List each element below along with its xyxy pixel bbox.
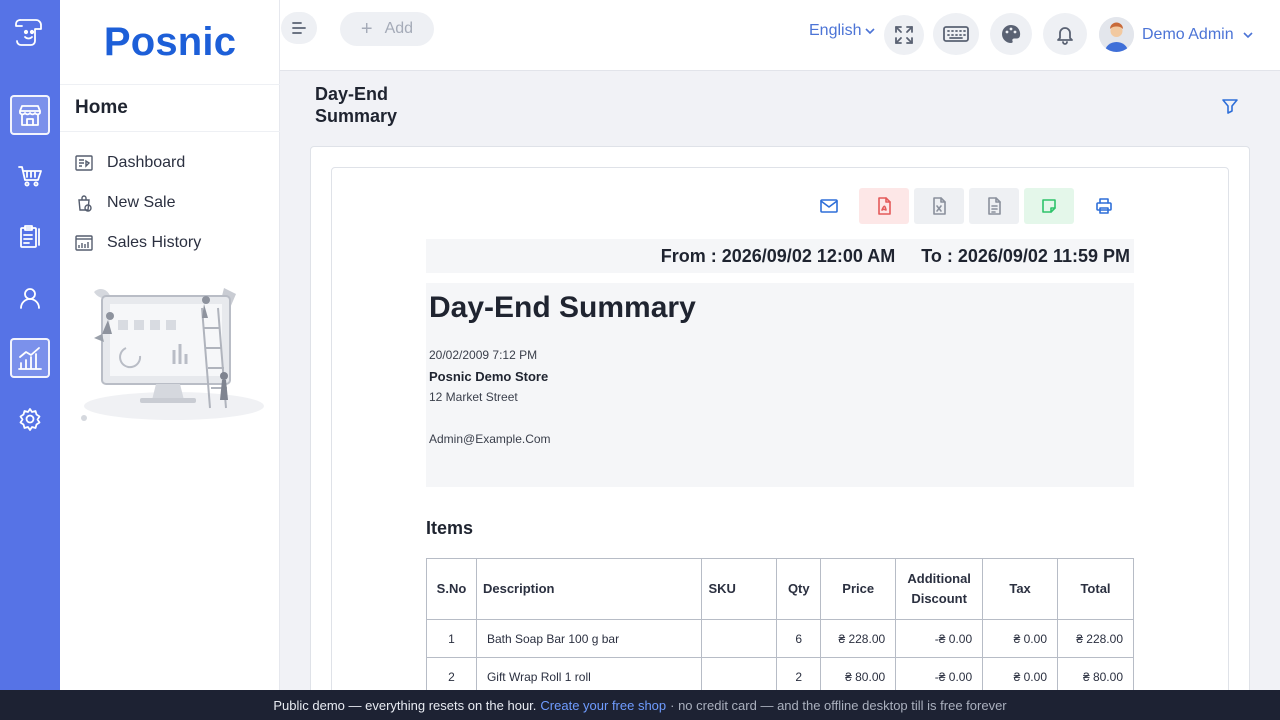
cell-price: ₴ 228.00 [820, 619, 897, 658]
sidebar-item-new-sale[interactable]: New Sale [74, 189, 175, 217]
print-button[interactable] [1079, 188, 1129, 224]
date-from: From : 2026/09/02 12:00 AM [660, 245, 896, 266]
items-section-title: Items [426, 518, 474, 538]
column-header: Tax [982, 558, 1058, 620]
dashboard-illustration [81, 288, 264, 421]
printer-icon [1096, 198, 1112, 214]
report-datetime: 20/02/2009 7:12 PM [429, 348, 538, 362]
notifications-button[interactable] [1043, 13, 1087, 55]
rail-cart-button[interactable] [10, 156, 50, 196]
create-shop-link[interactable]: Create your free shop [540, 698, 666, 713]
cell-sku [701, 619, 778, 658]
column-header: Price [820, 558, 897, 620]
keyboard-icon [943, 26, 969, 42]
gear-icon [19, 408, 41, 431]
column-header: Total [1057, 558, 1134, 620]
pdf-file-icon [878, 197, 891, 215]
store-email: Admin@Example.Com [429, 432, 551, 446]
column-header: S.No [426, 558, 477, 620]
cart-icon [18, 166, 42, 187]
filter-icon[interactable] [1221, 97, 1239, 115]
demo-banner: Public demo — everything resets on the h… [0, 690, 1280, 720]
store-address: 12 Market Street [429, 390, 518, 404]
report-title: Day-End Summary [429, 291, 696, 324]
sidebar: Posnic Home Dashboard New Sale Sales His… [60, 0, 280, 690]
sidebar-section-title: Home [60, 84, 280, 132]
language-selector[interactable]: English [809, 22, 876, 40]
export-note-button[interactable] [1024, 188, 1074, 224]
date-to: To : 2026/09/02 11:59 PM [921, 245, 1130, 266]
user-icon [20, 288, 40, 309]
mail-icon [820, 199, 838, 213]
bell-icon [1057, 27, 1073, 45]
export-csv-button[interactable] [969, 188, 1019, 224]
cell-total: ₴ 228.00 [1057, 619, 1134, 658]
date-range-bar: From : 2026/09/02 12:00 AM To : 2026/09/… [426, 239, 1134, 273]
sales-history-icon [75, 235, 93, 251]
icon-rail [0, 0, 60, 690]
language-label: English [809, 22, 862, 39]
menu-toggle-button[interactable] [281, 12, 317, 44]
sidebar-item-dashboard[interactable]: Dashboard [74, 149, 185, 177]
summary-header: Day-End Summary 20/02/2009 7:12 PM Posni… [426, 283, 1134, 487]
avatar-icon [1099, 17, 1134, 52]
rail-clipboard-button[interactable] [10, 217, 50, 257]
chart-icon [18, 347, 42, 370]
rail-store-button[interactable] [10, 95, 50, 135]
avatar [1099, 17, 1134, 52]
cell-description: Bath Soap Bar 100 g bar [475, 619, 703, 658]
rail-reports-button[interactable] [10, 338, 50, 378]
sidebar-item-sales-history[interactable]: Sales History [74, 229, 201, 257]
add-button-label: Add [384, 20, 414, 37]
palette-icon [1002, 24, 1021, 43]
column-header: Qty [776, 558, 822, 620]
table-header-row: S.No Description SKU Qty Price Additiona… [426, 558, 1134, 620]
cell-qty: 6 [776, 619, 822, 658]
brand-logo[interactable]: Posnic [60, 0, 280, 84]
top-bar: + Add English Demo Admin [280, 0, 1280, 71]
cell-sno: 1 [426, 619, 477, 658]
column-header: SKU [701, 558, 778, 620]
table-row: 1 Bath Soap Bar 100 g bar 6 ₴ 228.00 -₴ … [426, 619, 1134, 658]
note-icon [1042, 199, 1056, 213]
chevron-down-icon [1243, 31, 1253, 38]
keyboard-shortcuts-button[interactable] [933, 13, 979, 55]
clipboard-icon [20, 225, 40, 248]
store-name: Posnic Demo Store [429, 369, 549, 384]
page-title: Day-End Summary [315, 84, 398, 126]
export-pdf-button[interactable] [859, 188, 909, 224]
cell-discount: -₴ 0.00 [895, 619, 984, 658]
rail-user-button[interactable] [10, 278, 50, 318]
plus-icon: + [360, 18, 373, 40]
excel-file-icon [933, 197, 946, 215]
user-menu[interactable]: Demo Admin [1099, 17, 1254, 52]
column-header: Additional Discount [895, 558, 984, 620]
store-icon [19, 105, 41, 126]
dashboard-icon [75, 155, 93, 171]
user-name: Demo Admin [1142, 25, 1234, 43]
add-button[interactable]: + Add [340, 12, 434, 46]
expand-icon [895, 26, 913, 44]
menu-lines-icon [292, 22, 306, 34]
text-file-icon [988, 197, 1001, 215]
sidebar-item-label: New Sale [107, 194, 176, 211]
app-logo-icon[interactable] [10, 12, 50, 52]
banner-text: Public demo — everything resets on the h… [273, 697, 537, 713]
items-table: S.No Description SKU Qty Price Additiona… [426, 558, 1134, 696]
email-button[interactable] [804, 188, 854, 224]
rail-settings-button[interactable] [10, 399, 50, 439]
chevron-down-icon [865, 28, 876, 35]
export-excel-button[interactable] [914, 188, 964, 224]
column-header: Description [475, 558, 703, 620]
banner-subtext: · no credit card — and the offline deskt… [670, 697, 1007, 713]
cell-tax: ₴ 0.00 [982, 619, 1058, 658]
theme-button[interactable] [990, 13, 1032, 55]
sidebar-item-label: Sales History [107, 234, 202, 251]
new-sale-icon [78, 195, 92, 212]
fullscreen-button[interactable] [884, 15, 924, 55]
sidebar-item-label: Dashboard [107, 154, 186, 171]
